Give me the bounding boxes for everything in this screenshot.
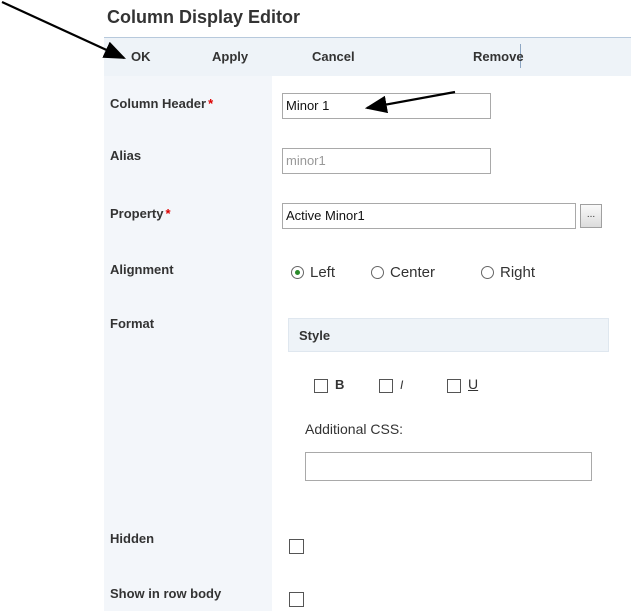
required-marker: *: [165, 206, 171, 221]
style-section-header: Style: [288, 318, 609, 352]
alias-input[interactable]: minor1: [282, 148, 491, 174]
alignment-right-label: Right: [500, 264, 536, 281]
page-title: Column Display Editor: [107, 7, 301, 27]
ok-button[interactable]: OK: [131, 49, 151, 64]
alignment-left-label: Left: [310, 264, 336, 281]
column-header-label: Column Header *: [110, 96, 213, 111]
italic-label: I: [400, 378, 404, 392]
additional-css-label: Additional CSS:: [305, 421, 404, 437]
annotation-arrows: [1, 1, 456, 114]
style-header-text: Style: [299, 328, 331, 343]
show-in-row-body-checkbox[interactable]: [289, 592, 304, 607]
show-in-row-body-label: Show in row body: [110, 586, 222, 601]
required-marker: *: [208, 96, 214, 111]
toolbar: OK Apply Cancel Remove: [104, 37, 631, 76]
column-header-input[interactable]: Minor 1: [282, 93, 491, 119]
alignment-label: Alignment: [110, 262, 174, 277]
property-label: Property *: [110, 206, 171, 221]
additional-css-input[interactable]: [305, 452, 592, 481]
cancel-button[interactable]: Cancel: [312, 49, 355, 64]
underline-label: U: [468, 376, 479, 392]
property-input[interactable]: Active Minor1: [282, 203, 576, 229]
alignment-right-radio[interactable]: [481, 266, 494, 279]
bold-label: B: [335, 377, 345, 392]
format-label: Format: [110, 316, 155, 331]
remove-button[interactable]: Remove: [473, 49, 524, 64]
property-label-text: Property: [110, 206, 164, 221]
property-browse-button[interactable]: ...: [580, 204, 602, 228]
hidden-label: Hidden: [110, 531, 155, 546]
apply-button[interactable]: Apply: [212, 49, 248, 64]
italic-checkbox[interactable]: [379, 379, 393, 393]
underline-checkbox[interactable]: [447, 379, 461, 393]
column-header-label-text: Column Header: [110, 96, 207, 111]
alignment-center-label: Center: [390, 264, 436, 281]
alignment-center-radio[interactable]: [371, 266, 384, 279]
bold-checkbox[interactable]: [314, 379, 328, 393]
hidden-checkbox[interactable]: [289, 539, 304, 554]
alias-label: Alias: [110, 148, 142, 163]
alignment-left-radio[interactable]: [291, 266, 304, 279]
